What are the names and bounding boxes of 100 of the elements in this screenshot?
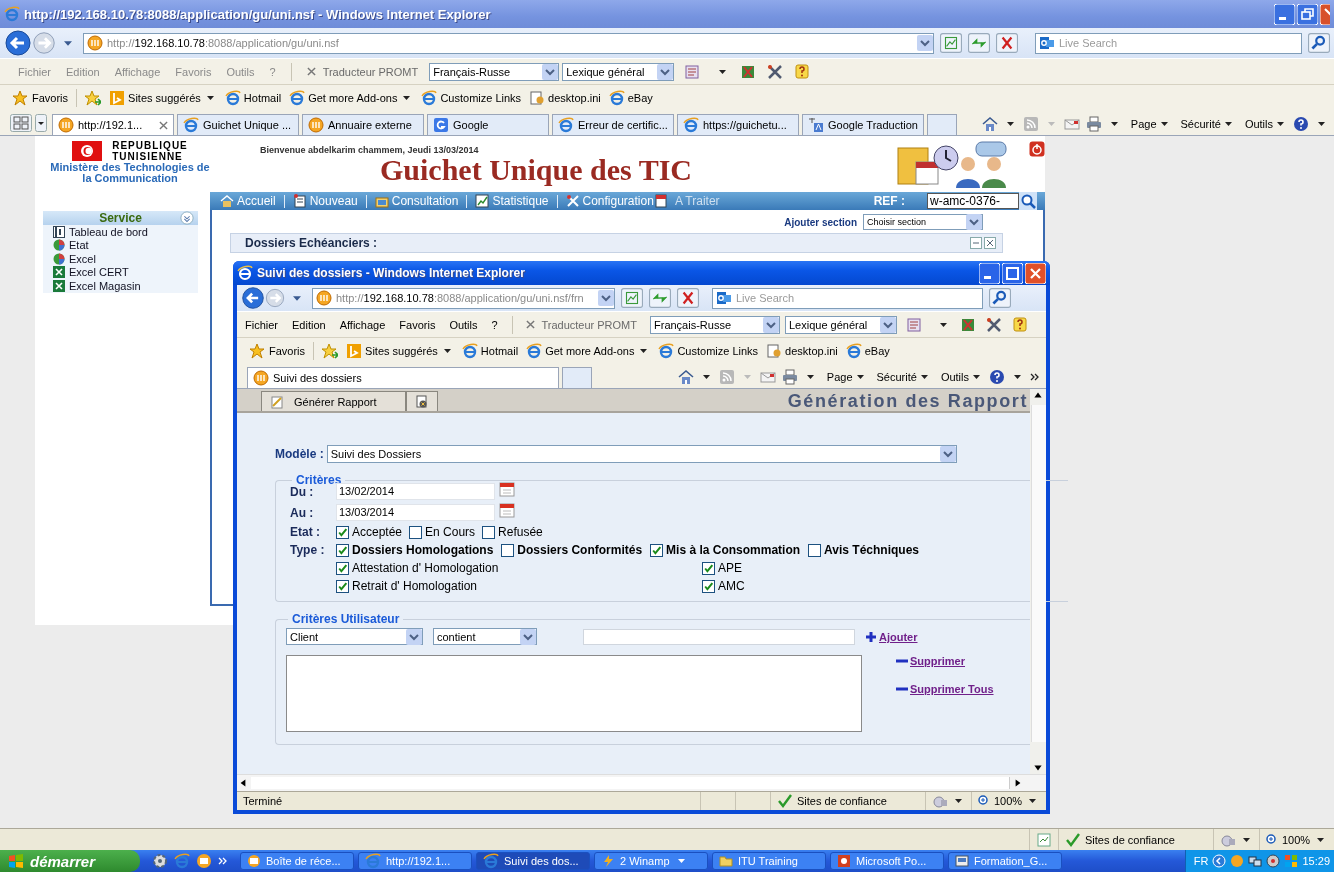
favorite-link[interactable]: desktop.ini — [529, 90, 601, 106]
tools-icon[interactable] — [986, 316, 1002, 333]
browser-tab[interactable]: Google Traduction — [802, 114, 924, 135]
criteria-list[interactable] — [286, 655, 862, 732]
maximize-button[interactable] — [1002, 262, 1023, 284]
stop-icon[interactable] — [677, 288, 699, 308]
tray-icon[interactable] — [1266, 854, 1281, 868]
menu-item[interactable]: Edition — [292, 318, 326, 331]
minimize-button[interactable] — [1274, 3, 1295, 25]
checkbox[interactable] — [482, 525, 496, 539]
restore-button[interactable] — [1297, 3, 1318, 25]
mail-icon[interactable] — [1063, 116, 1080, 132]
command-menu[interactable]: Sécurité — [1180, 118, 1235, 130]
command-menu[interactable]: Page — [1130, 118, 1171, 130]
home-icon[interactable] — [981, 116, 998, 132]
checkbox[interactable] — [702, 579, 715, 593]
command-menu[interactable]: Page — [826, 371, 867, 383]
search-button[interactable] — [1019, 192, 1037, 210]
menu-item[interactable]: Favoris — [399, 318, 436, 331]
stop-icon[interactable] — [996, 33, 1018, 53]
taskbar-button[interactable]: http://192.1... — [358, 852, 472, 870]
value-field[interactable] — [583, 628, 855, 645]
browser-tab[interactable]: Erreur de certific... — [552, 114, 674, 135]
dropdown[interactable]: Français-Russe — [650, 315, 780, 334]
close-icon[interactable] — [526, 320, 536, 329]
search-button[interactable] — [1308, 33, 1330, 53]
security-zone[interactable]: Sites de confiance — [770, 792, 925, 810]
checkbox[interactable] — [501, 543, 515, 557]
command-menu[interactable]: Outils — [1244, 118, 1287, 130]
checkbox[interactable] — [336, 525, 349, 539]
browser-tab[interactable]: Annuaire externe — [302, 114, 424, 135]
zoom-level[interactable]: 100% — [971, 792, 1046, 810]
search-button[interactable] — [989, 288, 1011, 308]
close-button[interactable] — [1320, 3, 1330, 25]
minimize-button[interactable] — [979, 262, 1000, 284]
close-button[interactable] — [1025, 262, 1046, 284]
command-menu[interactable]: Sécurité — [876, 371, 931, 383]
generate-report-tab[interactable]: Générer Rapport — [261, 391, 406, 411]
menu-item[interactable]: ? — [491, 318, 498, 331]
browser-tab[interactable]: Suivi des dossiers — [247, 367, 559, 388]
sidebar-item[interactable]: Tableau de bord — [43, 225, 198, 239]
calendar-icon[interactable] — [499, 501, 515, 518]
favorite-link[interactable]: Sites suggérés — [346, 343, 454, 359]
date-field[interactable]: 13/03/2014 — [336, 504, 495, 521]
calendar-icon[interactable] — [499, 480, 515, 497]
add-link[interactable]: Ajouter — [865, 630, 918, 643]
command-menu[interactable]: Outils — [940, 371, 983, 383]
panel-controls-icon[interactable] — [970, 237, 998, 249]
help-icon[interactable] — [1012, 316, 1028, 333]
refresh-icon[interactable] — [649, 288, 671, 308]
collapse-icon[interactable] — [180, 211, 194, 225]
checkbox[interactable] — [808, 543, 822, 557]
favorite-link[interactable]: Hotmail — [224, 90, 282, 106]
back-button[interactable] — [4, 29, 32, 57]
favorites-button[interactable]: Favoris — [12, 90, 69, 106]
taskbar-button[interactable]: Microsoft Po... — [830, 852, 944, 870]
checkbox[interactable] — [336, 579, 349, 593]
taskbar-button[interactable]: 2 Winamp — [594, 852, 708, 870]
add-favorite-icon[interactable] — [85, 90, 102, 106]
date-field[interactable]: 13/02/2014 — [336, 483, 495, 500]
print-icon[interactable] — [781, 369, 798, 385]
favorite-link[interactable]: desktop.ini — [766, 343, 838, 359]
compatibility-icon[interactable] — [940, 33, 962, 53]
checkbox[interactable] — [650, 543, 664, 557]
vertical-scrollbar[interactable] — [1030, 389, 1046, 774]
gear-icon[interactable] — [152, 853, 168, 869]
taskbar-button[interactable]: Boîte de réce... — [240, 852, 354, 870]
menu-item[interactable]: Outils — [449, 318, 478, 331]
taskbar-button[interactable]: ITU Training — [712, 852, 826, 870]
mail-icon[interactable] — [196, 853, 212, 869]
remove-all-link[interactable]: Supprimer Tous — [896, 683, 994, 695]
favorites-button[interactable]: Favoris — [249, 343, 306, 359]
print-preview-icon[interactable] — [414, 394, 429, 409]
favorite-link[interactable]: eBay — [608, 90, 653, 106]
browser-tab[interactable]: Guichet Unique ... — [177, 114, 299, 135]
remove-link[interactable]: Supprimer — [896, 655, 994, 667]
checkbox[interactable] — [409, 525, 423, 539]
browser-tab[interactable]: Google — [427, 114, 549, 135]
dropdown[interactable]: contient — [433, 628, 537, 645]
browser-tab[interactable]: https://guichetu... — [677, 114, 799, 135]
network-icon[interactable] — [1248, 854, 1263, 868]
compatibility-icon[interactable] — [621, 288, 643, 308]
horizontal-scrollbar[interactable] — [237, 774, 1046, 791]
taskbar-button[interactable]: Formation_G... — [948, 852, 1062, 870]
favorite-link[interactable]: Sites suggérés — [109, 90, 217, 106]
address-field[interactable]: http://192.168.10.78:8088/application/gu/uni.nsf/frn — [312, 287, 615, 309]
favorite-link[interactable]: Get more Add-ons — [526, 343, 651, 359]
caret-icon[interactable] — [64, 40, 72, 46]
checkbox[interactable] — [336, 561, 349, 575]
dropdown[interactable]: Client — [286, 628, 423, 645]
tab-list-button[interactable] — [35, 114, 47, 132]
dropdown[interactable]: Choisir section — [863, 214, 983, 230]
chevron-icon[interactable] — [1030, 373, 1040, 381]
help-icon[interactable] — [989, 369, 1005, 385]
print-icon[interactable] — [1085, 116, 1102, 132]
sidebar-item[interactable]: Excel — [43, 252, 198, 266]
menu-item[interactable]: Fichier — [245, 318, 278, 331]
power-button[interactable] — [1029, 141, 1045, 157]
mail-icon[interactable] — [759, 369, 776, 385]
favorite-link[interactable]: eBay — [845, 343, 890, 359]
